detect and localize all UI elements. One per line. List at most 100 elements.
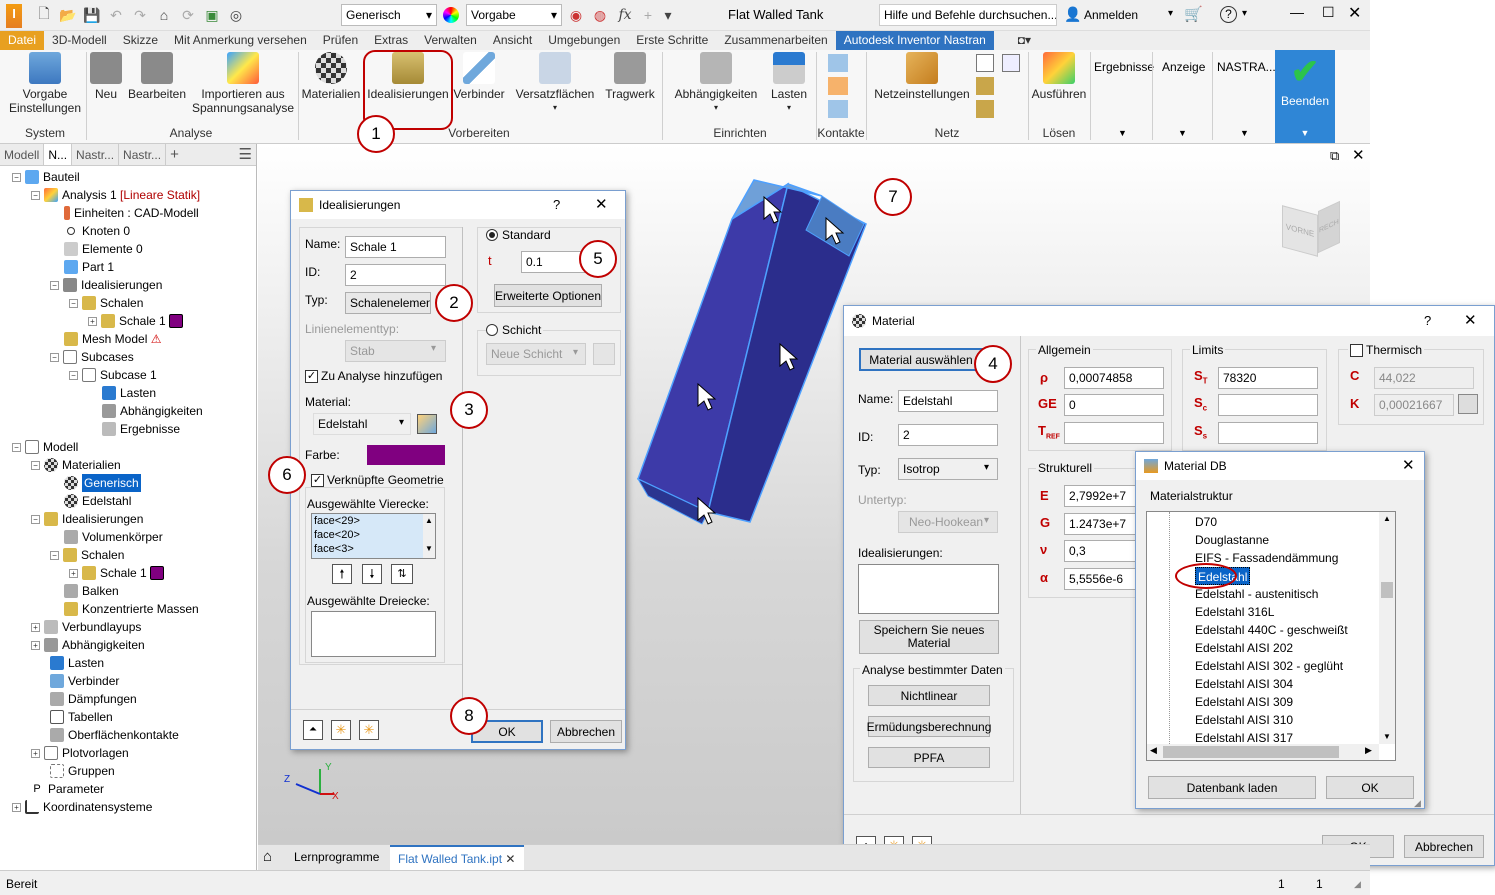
help-dropdown-icon[interactable]: ▾	[1242, 8, 1247, 19]
name-input[interactable]: Edelstahl	[898, 390, 998, 412]
versatzflaechen-button[interactable]: Versatzflächen ▾	[512, 52, 598, 115]
faces-list[interactable]: face<29> face<20> face<3> ▲ ▼	[311, 513, 436, 559]
contact-manual-icon[interactable]	[828, 77, 848, 95]
tab-pruefen[interactable]: Prüfen	[315, 31, 366, 50]
mesh-table-icon[interactable]	[976, 54, 994, 72]
maximize-icon[interactable]: ☐	[1322, 4, 1335, 21]
customize-icon[interactable]: ▾	[658, 4, 678, 26]
close-icon[interactable]: ✕	[1348, 3, 1361, 23]
tab-ansicht[interactable]: Ansicht	[485, 31, 540, 50]
scrollbar-thumb[interactable]	[1381, 582, 1393, 598]
tab-anmerkung[interactable]: Mit Anmerkung versehen	[166, 31, 315, 50]
ideal-list[interactable]	[858, 564, 999, 614]
select-icon[interactable]: ▣	[202, 4, 222, 26]
tree-idealisierungen[interactable]: − Idealisierungen	[50, 276, 162, 294]
collapse-button[interactable]: ⏶	[303, 720, 323, 740]
beenden-button[interactable]: ✔ Beenden ▼	[1275, 50, 1335, 143]
tree-verbinder[interactable]: Verbinder	[50, 672, 119, 690]
verknuepfte-checkbox[interactable]: ✓ Verknüpfte Geometrie	[311, 473, 444, 487]
tab-verwalten[interactable]: Verwalten	[416, 31, 485, 50]
materialien-button[interactable]: Materialien	[300, 52, 362, 101]
tref-input[interactable]	[1064, 422, 1164, 444]
tree-lasten[interactable]: Lasten	[102, 384, 156, 402]
datenbank-laden-button[interactable]: Datenbank laden	[1148, 776, 1316, 799]
thermal-table-icon[interactable]	[1458, 394, 1478, 414]
sc-input[interactable]	[1218, 394, 1318, 416]
tree-daempfungen[interactable]: Dämpfungen	[50, 690, 137, 708]
g-input[interactable]: 1.2473e+7	[1064, 513, 1140, 535]
neue-schicht-select[interactable]: Neue Schicht	[486, 343, 586, 365]
browser-tab-nastran[interactable]: N...	[44, 144, 73, 165]
browser-menu-icon[interactable]: ☰	[235, 144, 256, 165]
vorgabe-einstellungen-button[interactable]: Vorgabe Einstellungen	[8, 52, 82, 115]
viewcube-front[interactable]: VORNE	[1282, 205, 1318, 257]
tab-datei[interactable]: Datei	[0, 31, 45, 50]
importieren-button[interactable]: Importieren aus Spannungsanalyse	[192, 52, 294, 115]
home-icon[interactable]: ⌂	[263, 848, 272, 865]
schicht-radio[interactable]: Schicht	[486, 323, 544, 337]
cancel-button[interactable]: Abbrechen	[1404, 835, 1484, 858]
nu-input[interactable]: 0,3	[1064, 540, 1140, 562]
nastran-panel[interactable]: NASTRA...	[1217, 60, 1276, 74]
tree-koordinatensysteme[interactable]: + Koordinatensysteme	[12, 798, 152, 816]
tree-edelstahl[interactable]: Edelstahl	[64, 492, 131, 510]
tree-tabellen[interactable]: Tabellen	[50, 708, 113, 726]
material-item[interactable]: Edelstahl AISI 309	[1195, 693, 1293, 711]
ge-input[interactable]: 0	[1064, 394, 1164, 416]
netzeinstellungen-button[interactable]: Netzeinstellungen	[872, 52, 972, 101]
vertical-scrollbar[interactable]: ▲ ▼	[1379, 512, 1395, 744]
tab-lernprogramme[interactable]: Lernprogramme	[294, 850, 379, 864]
ergebnisse-dropdown-icon[interactable]: ▼	[1118, 128, 1127, 138]
appearance-icon[interactable]	[443, 7, 459, 23]
inventor-logo[interactable]: I	[6, 4, 22, 28]
browser-tab-modell[interactable]: Modell	[0, 144, 45, 165]
tab-extras[interactable]: Extras	[366, 31, 416, 50]
list-scrollbar[interactable]: ▲ ▼	[423, 514, 435, 558]
cancel-button[interactable]: Abbrechen	[550, 720, 622, 743]
abhaengigkeiten-button[interactable]: Abhängigkeiten ▾	[668, 52, 764, 115]
home-icon[interactable]: ⌂	[154, 4, 174, 26]
tree-verbundlayups[interactable]: + Verbundlayups	[31, 618, 141, 636]
tree-generisch[interactable]: Generisch	[64, 474, 141, 492]
zu-analyse-checkbox[interactable]: ✓ Zu Analyse hinzufügen	[305, 369, 442, 383]
anzeige-panel[interactable]: Anzeige	[1162, 60, 1205, 74]
untertyp-select[interactable]: Neo-Hookean	[898, 511, 998, 533]
material-item[interactable]: Edelstahl AISI 202	[1195, 639, 1293, 657]
tab-skizze[interactable]: Skizze	[115, 31, 166, 50]
tree-elemente[interactable]: Elemente 0	[64, 240, 143, 258]
tab-active-file[interactable]: Flat Walled Tank.ipt ✕	[390, 845, 524, 871]
ribbon-options-icon[interactable]: ◘▾	[1010, 31, 1039, 50]
color-swatch-button[interactable]	[367, 445, 445, 465]
name-input[interactable]: Schale 1	[345, 236, 446, 258]
mesh-preview-icon[interactable]	[1002, 54, 1020, 72]
nichtlinear-button[interactable]: Nichtlinear	[868, 685, 990, 706]
ppfa-button[interactable]: PPFA	[868, 747, 990, 768]
swap-button[interactable]: ⇅	[391, 564, 413, 584]
tab-erste-schritte[interactable]: Erste Schritte	[628, 31, 716, 50]
help-button[interactable]: ?	[1424, 313, 1431, 328]
ss-input[interactable]	[1218, 422, 1318, 444]
contact-table-icon[interactable]	[828, 100, 848, 118]
tree-plotvorlagen[interactable]: + Plotvorlagen	[31, 744, 129, 762]
material-icon[interactable]: ◎	[226, 4, 246, 26]
tree-part1[interactable]: Part 1	[64, 258, 114, 276]
close-icon[interactable]: ✕	[1402, 456, 1415, 474]
material-item[interactable]: Edelstahl AISI 302 - geglüht	[1195, 657, 1343, 675]
tree-analysis[interactable]: − Analysis 1 [Lineare Statik]	[31, 186, 200, 204]
minimize-icon[interactable]: —	[1290, 4, 1304, 20]
verbinder-button[interactable]: Verbinder	[452, 52, 506, 101]
ermuedung-button[interactable]: Ermüdungsberechnung	[867, 716, 991, 737]
tree-ergebnisse[interactable]: Ergebnisse	[102, 420, 180, 438]
tree-subcases[interactable]: − Subcases	[50, 348, 134, 366]
tree-schalen[interactable]: − Schalen	[69, 294, 143, 312]
material-select[interactable]: Edelstahl	[313, 413, 411, 435]
neu-button[interactable]: Neu	[88, 52, 124, 101]
anzeige-dropdown-icon[interactable]: ▼	[1178, 128, 1187, 138]
mesh-local-icon[interactable]	[976, 100, 994, 118]
c-input[interactable]: 44,022	[1374, 367, 1474, 389]
material-item[interactable]: Edelstahl 316L	[1195, 603, 1274, 621]
help-search-input[interactable]: Hilfe und Befehle durchsuchen...	[879, 4, 1057, 26]
lasten-button[interactable]: Lasten ▾	[766, 52, 812, 115]
face-item[interactable]: face<3>	[312, 542, 435, 556]
tree-lasten2[interactable]: Lasten	[50, 654, 104, 672]
